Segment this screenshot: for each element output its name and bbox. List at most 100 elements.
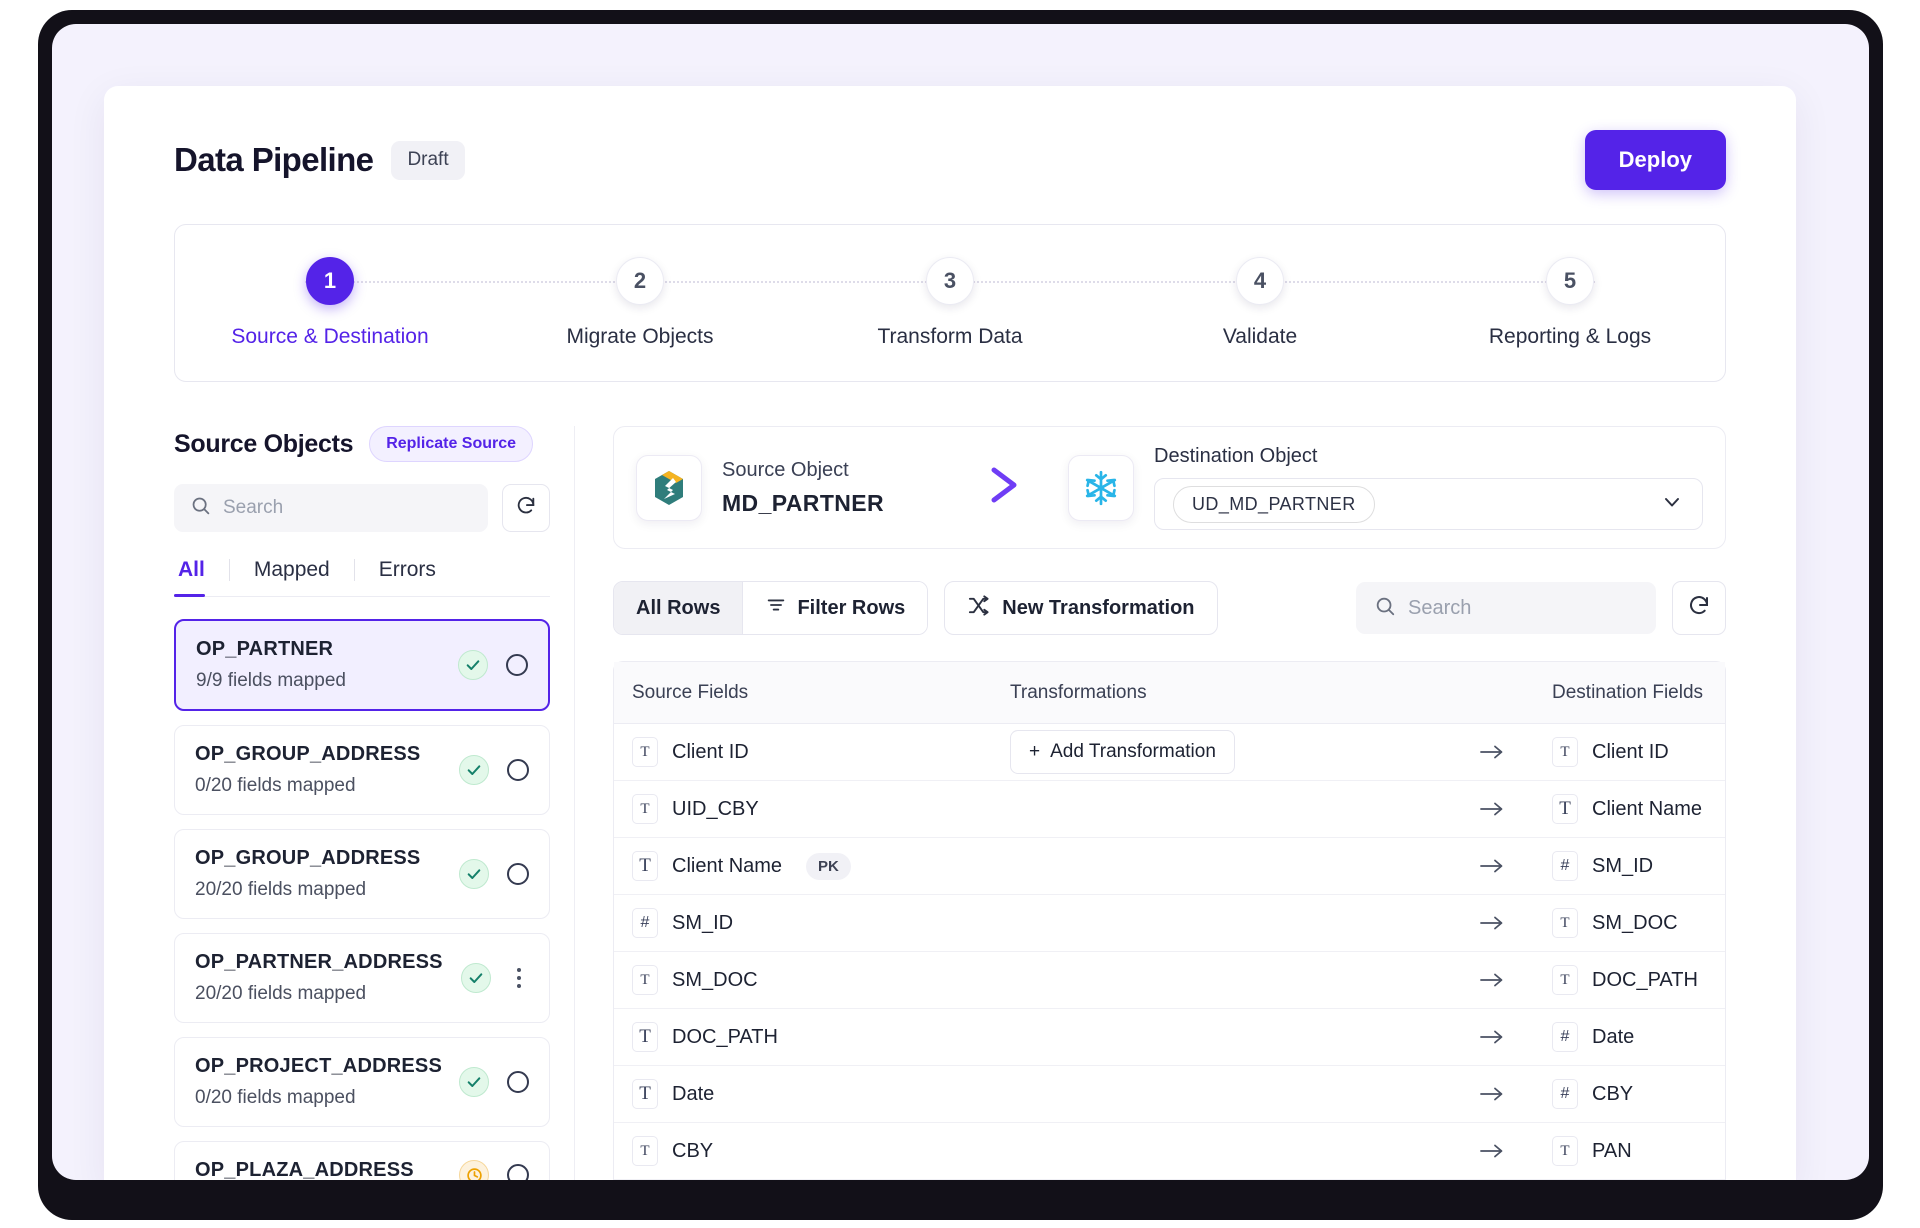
list-item-texts: OP_PARTNER_ADDRESS 20/20 fields mapped xyxy=(195,951,461,1005)
shuffle-icon xyxy=(967,594,990,623)
destination-object-value: UD_MD_PARTNER xyxy=(1173,486,1375,523)
tab-mapped[interactable]: Mapped xyxy=(230,558,354,596)
step-label-1: Source & Destination xyxy=(231,325,428,349)
destination-field-cell: # Date xyxy=(1538,1022,1725,1052)
search-icon xyxy=(190,495,211,521)
list-item[interactable]: OP_PARTNER_ADDRESS 20/20 fields mapped xyxy=(174,933,550,1023)
refresh-icon xyxy=(1687,594,1711,623)
step-transform-data[interactable]: 3 Transform Data xyxy=(795,257,1105,349)
destination-field-cell: T PAN xyxy=(1538,1136,1725,1166)
column-header-transformations: Transformations xyxy=(996,682,1446,704)
list-item-icons xyxy=(458,650,528,680)
table-toolbar: All Rows Filter Rows New xyxy=(613,581,1726,635)
source-objects-list: OP_PARTNER 9/9 fields mapped OP_GRO xyxy=(174,619,550,1180)
select-circle-icon[interactable] xyxy=(507,863,529,885)
source-field-name: Client ID xyxy=(672,741,749,764)
table-search-input[interactable] xyxy=(1408,597,1638,620)
mapping-arrow-icon xyxy=(1446,856,1538,876)
destination-object-label: Destination Object xyxy=(1154,445,1703,468)
destination-field-cell: T DOC_PATH xyxy=(1538,965,1725,995)
list-item-subtitle: 9/9 fields mapped xyxy=(196,670,458,692)
list-item-icons xyxy=(459,1160,529,1180)
table-row[interactable]: # SM_ID T SM_DOC xyxy=(614,895,1725,952)
step-reporting-logs[interactable]: 5 Reporting & Logs xyxy=(1415,257,1725,349)
destination-field-cell: # SM_ID xyxy=(1538,851,1725,881)
select-circle-icon[interactable] xyxy=(506,654,528,676)
select-circle-icon[interactable] xyxy=(507,1164,529,1180)
column-header-destination-fields: Destination Fields xyxy=(1538,682,1725,704)
app-card: Data Pipeline Draft Deploy 1 Source & De… xyxy=(104,86,1796,1180)
arrow-right-icon xyxy=(930,465,1022,510)
tab-all[interactable]: All xyxy=(174,558,229,596)
table-row[interactable]: T Client Name PK # SM_ID xyxy=(614,838,1725,895)
table-row[interactable]: T Client ID + Add Transformation xyxy=(614,724,1725,781)
table-row[interactable]: T CBY T PAN xyxy=(614,1123,1725,1180)
list-item[interactable]: OP_PLAZA_ADDRESS xyxy=(174,1141,550,1180)
list-item-subtitle: 0/20 fields mapped xyxy=(195,1087,459,1109)
table-row[interactable]: T Date # CBY xyxy=(614,1066,1725,1123)
check-circle-icon xyxy=(459,755,489,785)
app-header: Data Pipeline Draft Deploy xyxy=(104,86,1796,190)
destination-field-cell: # CBY xyxy=(1538,1079,1725,1109)
destination-field-cell: T Client ID xyxy=(1538,737,1725,767)
filter-rows-button[interactable]: Filter Rows xyxy=(743,582,927,634)
step-label-3: Transform Data xyxy=(877,325,1022,349)
destination-field-cell: T SM_DOC xyxy=(1538,908,1725,938)
text-type-icon: T xyxy=(1552,737,1578,767)
new-transformation-button[interactable]: New Transformation xyxy=(944,581,1217,635)
step-label-2: Migrate Objects xyxy=(566,325,713,349)
list-item[interactable]: OP_PARTNER 9/9 fields mapped xyxy=(174,619,550,711)
chevron-down-icon[interactable] xyxy=(1660,490,1684,519)
clock-icon xyxy=(459,1160,489,1180)
all-rows-button[interactable]: All Rows xyxy=(614,582,742,634)
source-field-name: Client Name xyxy=(672,855,782,878)
destination-object-select[interactable]: UD_MD_PARTNER xyxy=(1154,478,1703,530)
list-item[interactable]: OP_GROUP_ADDRESS 20/20 fields mapped xyxy=(174,829,550,919)
sidebar-refresh-button[interactable] xyxy=(502,484,550,532)
list-item-subtitle: 0/20 fields mapped xyxy=(195,775,459,797)
check-circle-icon xyxy=(458,650,488,680)
text-type-icon: T xyxy=(632,1022,658,1052)
step-validate[interactable]: 4 Validate xyxy=(1105,257,1415,349)
list-item[interactable]: OP_GROUP_ADDRESS 0/20 fields mapped xyxy=(174,725,550,815)
source-field-cell: T CBY xyxy=(614,1136,996,1166)
list-item-name: OP_PARTNER_ADDRESS xyxy=(195,951,461,974)
app-screen: Data Pipeline Draft Deploy 1 Source & De… xyxy=(52,24,1869,1180)
select-circle-icon[interactable] xyxy=(507,1071,529,1093)
table-search-box[interactable] xyxy=(1356,582,1656,634)
list-item-texts: OP_PARTNER 9/9 fields mapped xyxy=(196,638,458,692)
step-label-5: Reporting & Logs xyxy=(1489,325,1651,349)
number-type-icon: # xyxy=(1552,1022,1578,1052)
source-field-name: CBY xyxy=(672,1140,713,1163)
step-migrate-objects[interactable]: 2 Migrate Objects xyxy=(485,257,795,349)
table-refresh-button[interactable] xyxy=(1672,581,1726,635)
table-row[interactable]: T UID_CBY T Client Name xyxy=(614,781,1725,838)
table-header-row: Source Fields Transformations Destinatio… xyxy=(614,662,1725,724)
add-transformation-label: Add Transformation xyxy=(1050,741,1216,763)
destination-field-name: PAN xyxy=(1592,1140,1632,1163)
sidebar-search-input[interactable] xyxy=(223,497,472,519)
list-item-name: OP_PARTNER xyxy=(196,638,458,661)
list-item-icons xyxy=(459,859,529,889)
more-options-icon[interactable] xyxy=(509,968,529,988)
deploy-button[interactable]: Deploy xyxy=(1585,130,1726,190)
sidebar-search-box[interactable] xyxy=(174,484,488,532)
add-transformation-button[interactable]: + Add Transformation xyxy=(1010,730,1235,774)
select-circle-icon[interactable] xyxy=(507,759,529,781)
tab-errors[interactable]: Errors xyxy=(355,558,460,596)
source-object-meta: Source Object MD_PARTNER xyxy=(722,459,884,517)
source-field-name: SM_DOC xyxy=(672,969,758,992)
text-type-icon: T xyxy=(1552,908,1578,938)
primary-key-badge: PK xyxy=(806,853,851,880)
filter-rows-label: Filter Rows xyxy=(797,597,905,620)
list-item[interactable]: OP_PROJECT_ADDRESS 0/20 fields mapped xyxy=(174,1037,550,1127)
title-group: Data Pipeline Draft xyxy=(174,141,465,180)
source-field-cell: T Client Name PK xyxy=(614,851,996,881)
table-row[interactable]: T DOC_PATH # Date xyxy=(614,1009,1725,1066)
new-transformation-label: New Transformation xyxy=(1002,597,1194,620)
destination-field-name: SM_DOC xyxy=(1592,912,1678,935)
transformation-cell: + Add Transformation xyxy=(996,730,1446,774)
replicate-source-button[interactable]: Replicate Source xyxy=(369,426,533,462)
table-row[interactable]: T SM_DOC T DOC_PATH xyxy=(614,952,1725,1009)
step-source-destination[interactable]: 1 Source & Destination xyxy=(175,257,485,349)
